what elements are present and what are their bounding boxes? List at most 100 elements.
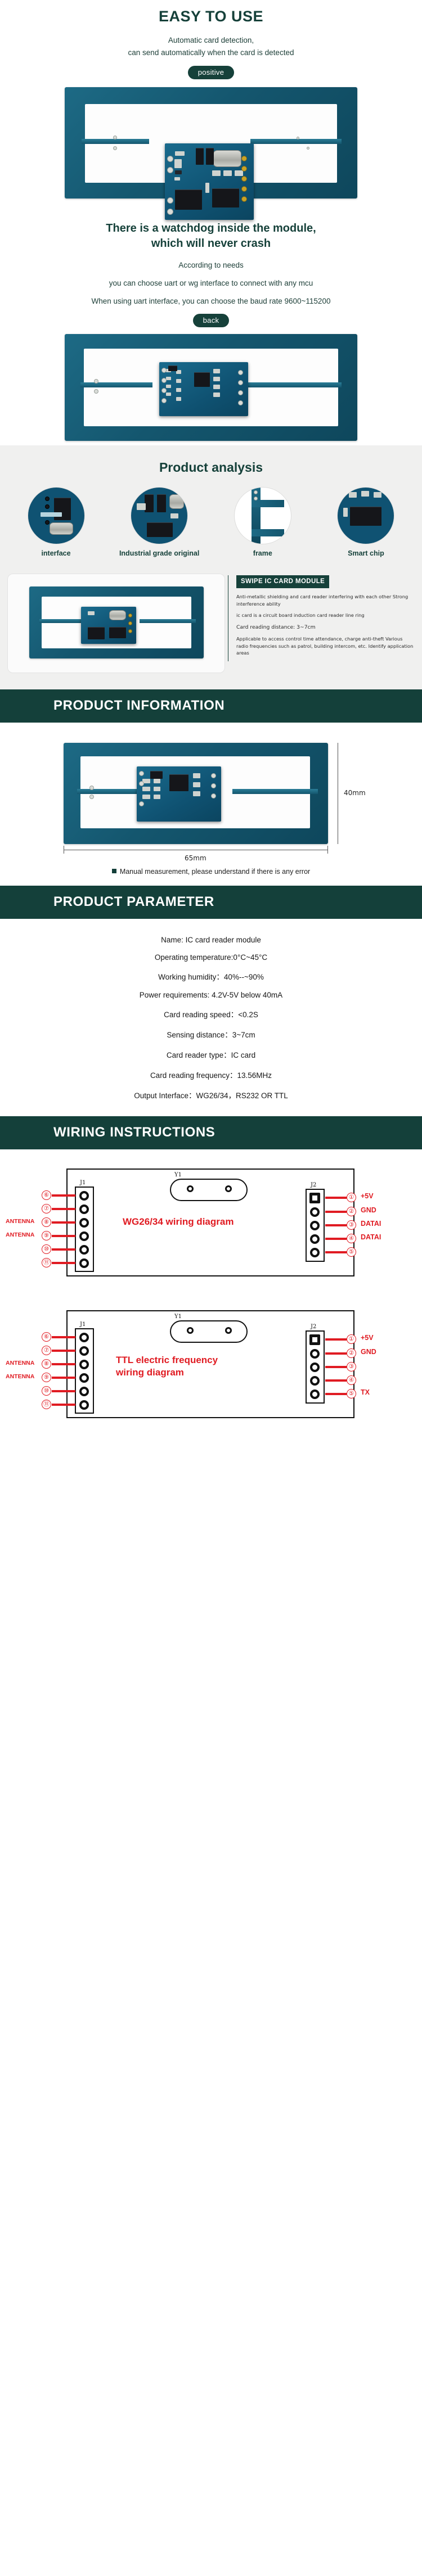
pad — [307, 146, 309, 150]
smd-resistor — [174, 177, 180, 181]
ic-chip-u2 — [194, 372, 210, 387]
antenna-trace-right — [232, 789, 318, 795]
analysis-item-smart-chip: Smart chip — [322, 488, 410, 557]
pin-number-5: ⑤ — [347, 1247, 356, 1257]
pin-number-7: ⑦ — [42, 1204, 51, 1214]
pin-label-5v: +5V — [361, 1334, 374, 1342]
pad — [113, 135, 117, 139]
j2-pin-1 — [309, 1334, 320, 1346]
parameter-row: Card reader type：IC card — [166, 1051, 256, 1060]
hero-subtitle-line-1: Automatic card detection, — [168, 36, 254, 44]
pin-label-data1: DATAI — [361, 1233, 381, 1242]
parameter-row: Sensing distance：3~7cm — [167, 1031, 255, 1040]
header-pin — [241, 165, 247, 172]
antenna-trace — [40, 512, 62, 517]
smd-resistor — [142, 787, 150, 792]
smd-capacitor — [213, 377, 220, 382]
mount-pad — [139, 771, 144, 777]
connector-label-j1: J1 — [80, 1180, 86, 1187]
smd-capacitor — [193, 773, 200, 779]
smd-component — [205, 182, 209, 193]
header-pin — [128, 621, 132, 626]
lead-line — [52, 1221, 75, 1224]
pin-label-antenna-8: ANTENNA — [6, 1360, 35, 1367]
smd-capacitor — [213, 393, 220, 398]
lead-line — [52, 1350, 75, 1352]
parameter-row: Power requirements: 4.2V-5V below 40mA — [139, 991, 283, 1000]
mount-pad — [238, 380, 243, 386]
crystal-oscillator — [49, 522, 73, 535]
parameter-row: Operating temperature:0°C~45°C — [154, 953, 268, 962]
hero-subtitle: Automatic card detection, can send autom… — [0, 34, 422, 60]
reader-board-dimensions — [137, 766, 221, 822]
watchdog-sub-line-2: you can choose uart or wg interface to c… — [109, 278, 313, 287]
pin-number-2: ② — [347, 1348, 356, 1359]
lead-line — [52, 1404, 75, 1406]
wiring-title-line-1: TTL electric frequency — [116, 1355, 218, 1366]
page-title: EASY TO USE — [158, 8, 264, 25]
j2-pin-1 — [309, 1193, 320, 1204]
dimension-tick-right — [327, 846, 328, 854]
wiring-diagram-title: TTL electric frequency wiring diagram — [116, 1354, 218, 1378]
header-pin — [241, 175, 247, 182]
header-pin — [44, 497, 50, 502]
reader-board — [81, 607, 136, 644]
section-product-information: PRODUCT INFORMATION 40mm 65mm Manual mea… — [0, 689, 422, 886]
smd-resistor — [176, 388, 181, 393]
positive-badge-wrap: positive — [0, 60, 422, 79]
dimension-label-height: 40mm — [344, 789, 366, 797]
banner-wiring-instructions: WIRING INSTRUCTIONS — [0, 1116, 422, 1150]
smd-transistor — [168, 366, 177, 372]
pin-label-5v: +5V — [361, 1192, 374, 1201]
analysis-caption: frame — [253, 549, 272, 558]
ic-chip-right — [109, 627, 126, 639]
lead-line — [325, 1366, 347, 1369]
mount-pad — [139, 781, 144, 787]
pin-number-10: ⑩ — [42, 1244, 51, 1255]
wiring-diagram-ttl: Y1 J1 ⑥ ⑦ ⑧ ⑨ ⑩ ⑪ ANTENNA ANTENNA J2 ① ②… — [0, 1291, 422, 1433]
pcb-photo-back — [65, 333, 357, 446]
pin-label-antenna-9: ANTENNA — [6, 1231, 35, 1239]
analysis-photo-interface — [28, 488, 84, 544]
smd-resistor — [175, 170, 182, 174]
analysis-item-frame: frame — [219, 488, 306, 557]
crystal-outline — [170, 1179, 248, 1202]
swipe-paragraph-4: Applicable to access control time attend… — [236, 636, 414, 656]
smd-capacitor-c19 — [361, 491, 370, 497]
section-product-parameter: PRODUCT PARAMETER Name: IC card reader m… — [0, 886, 422, 1116]
measurement-note: Manual measurement, please understand if… — [0, 859, 422, 886]
watchdog-title: There is a watchdog inside the module, w… — [0, 216, 422, 251]
watchdog-sub-line-3: When using uart interface, you can choos… — [91, 297, 331, 306]
product-detail-page: EASY TO USE Automatic card detection, ca… — [0, 0, 422, 1433]
smd-capacitor — [235, 170, 243, 176]
header-pin — [44, 504, 50, 509]
smd-capacitor — [213, 369, 220, 374]
header-pin — [241, 155, 247, 161]
antenna-trace-right — [140, 619, 196, 624]
lead-line — [325, 1352, 347, 1355]
connector-label-j1: J1 — [80, 1321, 86, 1328]
ic-chip — [53, 498, 71, 521]
mount-pad — [161, 378, 167, 384]
parameter-list: Name: IC card reader module Operating te… — [0, 919, 422, 1116]
hero-subtitle-line-2: can send automatically when the card is … — [128, 48, 294, 57]
analysis-photo-smart-chip — [338, 488, 394, 544]
mount-pad — [167, 166, 173, 173]
parameter-row: Working humidity：40%--~90% — [158, 973, 264, 982]
smd-capacitor — [223, 170, 232, 176]
pin-label-antenna-8: ANTENNA — [6, 1218, 35, 1225]
connector-label-j2: J2 — [311, 1182, 317, 1189]
bullet-square-icon — [111, 869, 116, 874]
lead-line — [325, 1238, 347, 1240]
mount-pad — [211, 773, 216, 779]
smd-transistor — [150, 771, 163, 779]
back-badge: back — [192, 314, 230, 328]
analysis-circle-list: interface Industrial grade original fram… — [0, 488, 422, 557]
header-pin — [44, 520, 50, 525]
parameter-row: Name: IC card reader module — [161, 936, 261, 945]
section-watchdog: There is a watchdog inside the module, w… — [0, 203, 422, 446]
antenna-trace-left — [39, 619, 83, 624]
analysis-item-industrial-grade: Industrial grade original — [116, 488, 203, 557]
header-pin — [128, 629, 132, 634]
parameter-row: Output Interface：WG26/34，RS232 OR TTL — [134, 1091, 288, 1100]
